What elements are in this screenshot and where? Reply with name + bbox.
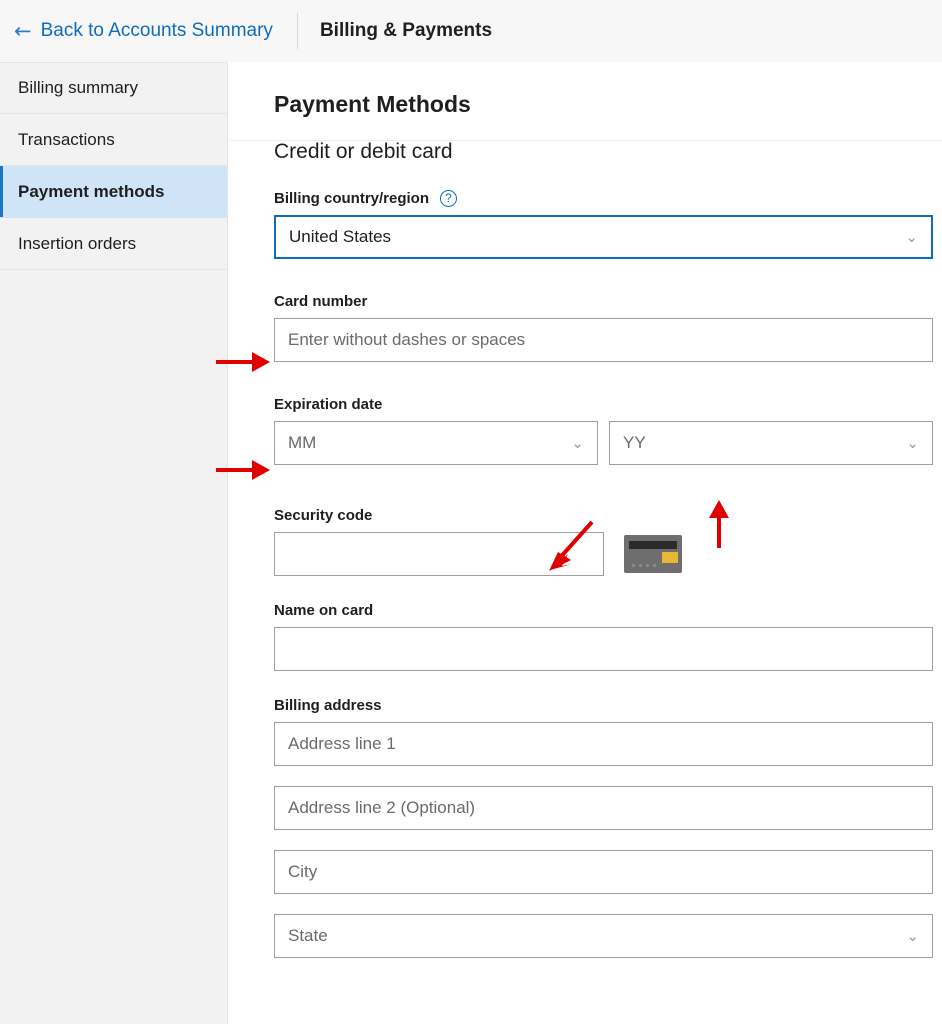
sidebar-item-label: Insertion orders [18, 234, 136, 254]
card-number-label: Card number [274, 293, 367, 310]
credit-card-cvv-icon [624, 535, 682, 573]
address-line-2-input[interactable]: Address line 2 (Optional) [274, 786, 933, 830]
sidebar-item-label: Payment methods [18, 182, 164, 202]
card-signature-dots [632, 564, 660, 567]
billing-address-label-row: Billing address [274, 697, 942, 714]
expiration-date-label: Expiration date [274, 396, 382, 413]
name-on-card-label: Name on card [274, 602, 373, 619]
back-to-accounts-summary-link[interactable]: ← Back to Accounts Summary [0, 20, 273, 42]
address-line-1-placeholder: Address line 1 [288, 734, 396, 754]
section-heading-credit-or-debit-card: Credit or debit card [274, 142, 453, 168]
chevron-down-icon: ⌄ [906, 929, 919, 944]
card-number-input[interactable]: Enter without dashes or spaces [274, 318, 933, 362]
address-line-2-placeholder: Address line 2 (Optional) [288, 798, 475, 818]
city-placeholder: City [288, 862, 317, 882]
expiration-month-select[interactable]: MM ⌄ [274, 421, 598, 465]
name-on-card-input[interactable] [274, 627, 933, 671]
sidebar-item-transactions[interactable]: Transactions [0, 114, 227, 166]
billing-country-label: Billing country/region [274, 190, 429, 207]
page-header-title: Billing & Payments [320, 20, 492, 42]
field-billing-country: Billing country/region ? United States ⌄ [229, 190, 942, 259]
field-billing-address: Billing address Address line 1 Address l… [229, 697, 942, 958]
chevron-down-icon: ⌄ [905, 230, 918, 245]
chevron-down-icon: ⌄ [906, 436, 919, 451]
billing-address-label: Billing address [274, 697, 382, 714]
billing-country-value: United States [289, 227, 391, 247]
security-code-row [274, 532, 942, 576]
back-link-label: Back to Accounts Summary [41, 20, 273, 42]
question-circle-icon[interactable]: ? [440, 190, 457, 207]
field-card-number: Card number Enter without dashes or spac… [229, 293, 942, 362]
sidebar-nav: Billing summary Transactions Payment met… [0, 62, 228, 1024]
field-security-code: Security code [229, 507, 942, 576]
main-content-panel: Payment Methods Credit or debit card Bil… [229, 62, 942, 1024]
address-line-1-input[interactable]: Address line 1 [274, 722, 933, 766]
security-code-input[interactable] [274, 532, 604, 576]
sidebar-item-payment-methods[interactable]: Payment methods [0, 166, 227, 218]
sidebar-item-insertion-orders[interactable]: Insertion orders [0, 218, 227, 270]
expiration-date-row: MM ⌄ YY ⌄ [274, 421, 933, 465]
sidebar-item-label: Transactions [18, 130, 115, 150]
expiration-year-placeholder: YY [623, 433, 646, 453]
sidebar-item-billing-summary[interactable]: Billing summary [0, 62, 227, 114]
state-placeholder: State [288, 926, 328, 946]
expiration-month-placeholder: MM [288, 433, 316, 453]
security-code-label-row: Security code [274, 507, 942, 524]
expiration-date-label-row: Expiration date [274, 396, 942, 413]
title-divider [229, 140, 942, 141]
arrow-left-icon: ← [14, 21, 32, 42]
field-name-on-card: Name on card [229, 602, 942, 671]
card-cvv-box [662, 552, 678, 563]
security-code-label: Security code [274, 507, 372, 524]
top-header-bar: ← Back to Accounts Summary Billing & Pay… [0, 0, 942, 62]
header-divider [297, 13, 298, 49]
expiration-year-select[interactable]: YY ⌄ [609, 421, 933, 465]
payment-form: Billing country/region ? United States ⌄… [229, 190, 942, 958]
chevron-down-icon: ⌄ [571, 436, 584, 451]
sidebar-item-label: Billing summary [18, 78, 138, 98]
billing-country-label-row: Billing country/region ? [274, 190, 942, 207]
name-on-card-label-row: Name on card [274, 602, 942, 619]
state-select[interactable]: State ⌄ [274, 914, 933, 958]
city-input[interactable]: City [274, 850, 933, 894]
card-number-placeholder: Enter without dashes or spaces [288, 330, 525, 350]
card-magnetic-stripe [629, 541, 677, 549]
card-number-label-row: Card number [274, 293, 942, 310]
field-expiration-date: Expiration date MM ⌄ YY ⌄ [229, 396, 942, 465]
page-title: Payment Methods [274, 91, 471, 118]
billing-country-select[interactable]: United States ⌄ [274, 215, 933, 259]
